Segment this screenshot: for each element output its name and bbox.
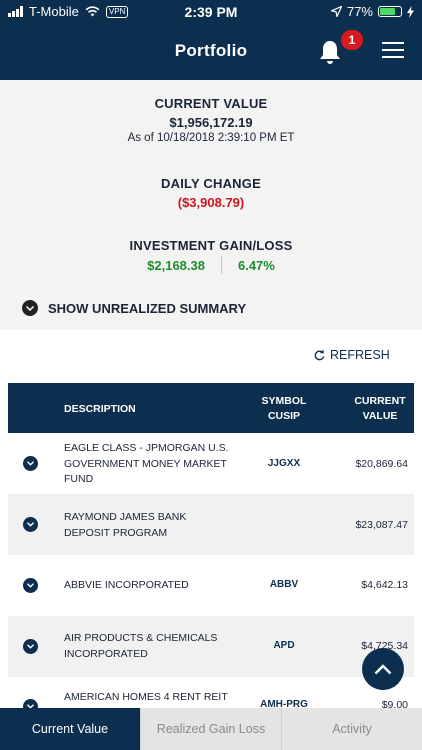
table-row[interactable]: ABBVIE INCORPORATED ABBV $4,642.13 <box>8 555 414 616</box>
holdings-table-header: DESCRIPTION SYMBOL CUSIP CURRENT VALUE <box>8 383 414 433</box>
holding-symbol: JJGXX <box>267 458 301 469</box>
expand-chevron-icon[interactable] <box>23 456 38 471</box>
holding-description: RAYMOND JAMES BANK DEPOSIT PROGRAM <box>64 510 234 541</box>
description-line: EAGLE CLASS - JPMORGAN U.S. <box>64 442 229 454</box>
table-row[interactable]: AMERICAN HOMES 4 RENT REIT AMH-PRG $9,00 <box>8 677 414 714</box>
tab-realized-gain-loss[interactable]: Realized Gain Loss <box>140 708 281 750</box>
refresh-button[interactable]: REFRESH <box>314 348 390 362</box>
holding-description: AIR PRODUCTS & CHEMICALS INCORPORATED <box>64 631 234 662</box>
description-line: ABBVIE INCORPORATED <box>64 579 189 591</box>
divider <box>220 256 222 274</box>
daily-change-label: DAILY CHANGE <box>161 176 261 191</box>
column-header-current-value: CURRENT VALUE <box>338 394 422 424</box>
description-line: DEPOSIT PROGRAM <box>64 526 168 539</box>
description-line: FUND <box>64 473 94 485</box>
menu-line <box>382 42 404 44</box>
refresh-icon <box>314 349 325 361</box>
table-row[interactable]: AIR PRODUCTS & CHEMICALS INCORPORATED AP… <box>8 616 414 677</box>
column-header-symbol: SYMBOL CUSIP <box>248 394 320 424</box>
menu-icon[interactable] <box>382 42 404 60</box>
battery-percent: 77% <box>346 4 373 19</box>
holding-description: ABBVIE INCORPORATED <box>64 578 234 594</box>
current-value-label: CURRENT VALUE <box>154 96 268 111</box>
cusip-header-line: CUSIP <box>267 410 301 422</box>
column-header-description: DESCRIPTION <box>64 403 136 415</box>
gain-percent: 6.47% <box>237 257 275 273</box>
value-header-line: VALUE <box>362 410 398 422</box>
refresh-label: REFRESH <box>330 348 390 362</box>
show-unrealized-toggle[interactable]: SHOW UNREALIZED SUMMARY <box>22 300 246 316</box>
status-bar: T-Mobile VPN 2:39 PM 77% <box>0 0 422 24</box>
location-arrow-icon <box>330 6 342 17</box>
holding-symbol: ABBV <box>269 579 299 590</box>
portfolio-summary: CURRENT VALUE $1,956,172.19 As of 10/18/… <box>0 80 422 330</box>
charging-icon <box>407 5 414 18</box>
holdings-list: EAGLE CLASS - JPMORGAN U.S. GOVERNMENT M… <box>8 433 414 714</box>
battery-level <box>380 8 396 15</box>
gain-loss-values: $2,168.38 6.47% <box>0 256 422 274</box>
scroll-to-top-button[interactable] <box>362 648 404 690</box>
description-line: AIR PRODUCTS & CHEMICALS <box>64 632 218 644</box>
description-line: AMERICAN HOMES 4 RENT REIT <box>64 691 228 703</box>
holding-value: $23,087.47 <box>355 519 408 531</box>
description-line: RAYMOND JAMES BANK <box>64 511 187 523</box>
expand-chevron-icon[interactable] <box>23 517 38 532</box>
holding-description: AMERICAN HOMES 4 RENT REIT <box>64 690 234 706</box>
notification-badge: 1 <box>341 30 363 50</box>
expand-chevron-icon[interactable] <box>23 639 38 654</box>
status-right: 77% <box>330 4 414 19</box>
current-value: $1,956,172.19 <box>169 115 253 130</box>
battery-icon <box>378 6 402 17</box>
holding-value: $20,869.64 <box>355 458 408 470</box>
tab-activity[interactable]: Activity <box>281 708 422 750</box>
menu-line <box>382 49 404 51</box>
holding-description: EAGLE CLASS - JPMORGAN U.S. GOVERNMENT M… <box>64 441 234 488</box>
daily-change-value: ($3,908.79) <box>177 195 245 210</box>
description-line: INCORPORATED <box>64 647 148 660</box>
tab-current-value[interactable]: Current Value <box>0 708 140 750</box>
description-line: GOVERNMENT MONEY MARKET <box>64 457 227 470</box>
gain-amount: $2,168.38 <box>147 257 205 273</box>
bottom-tab-bar: Current Value Realized Gain Loss Activit… <box>0 708 422 750</box>
chevron-down-icon <box>22 300 38 316</box>
as-of-timestamp: As of 10/18/2018 2:39:10 PM ET <box>127 132 295 144</box>
header: Portfolio 1 <box>0 24 422 80</box>
table-row[interactable]: EAGLE CLASS - JPMORGAN U.S. GOVERNMENT M… <box>8 433 414 494</box>
menu-line <box>382 56 404 58</box>
holding-value: $4,642.13 <box>361 579 408 591</box>
current-header-line: CURRENT <box>354 395 406 407</box>
notification-bell-icon[interactable] <box>318 39 342 65</box>
holding-symbol: APD <box>273 640 295 651</box>
table-row[interactable]: RAYMOND JAMES BANK DEPOSIT PROGRAM $23,0… <box>8 494 414 555</box>
chevron-up-icon <box>374 663 392 674</box>
gain-loss-label: INVESTMENT GAIN/LOSS <box>129 238 293 253</box>
expand-chevron-icon[interactable] <box>23 578 38 593</box>
symbol-header-line: SYMBOL <box>261 395 307 407</box>
show-unrealized-label: SHOW UNREALIZED SUMMARY <box>48 300 247 316</box>
